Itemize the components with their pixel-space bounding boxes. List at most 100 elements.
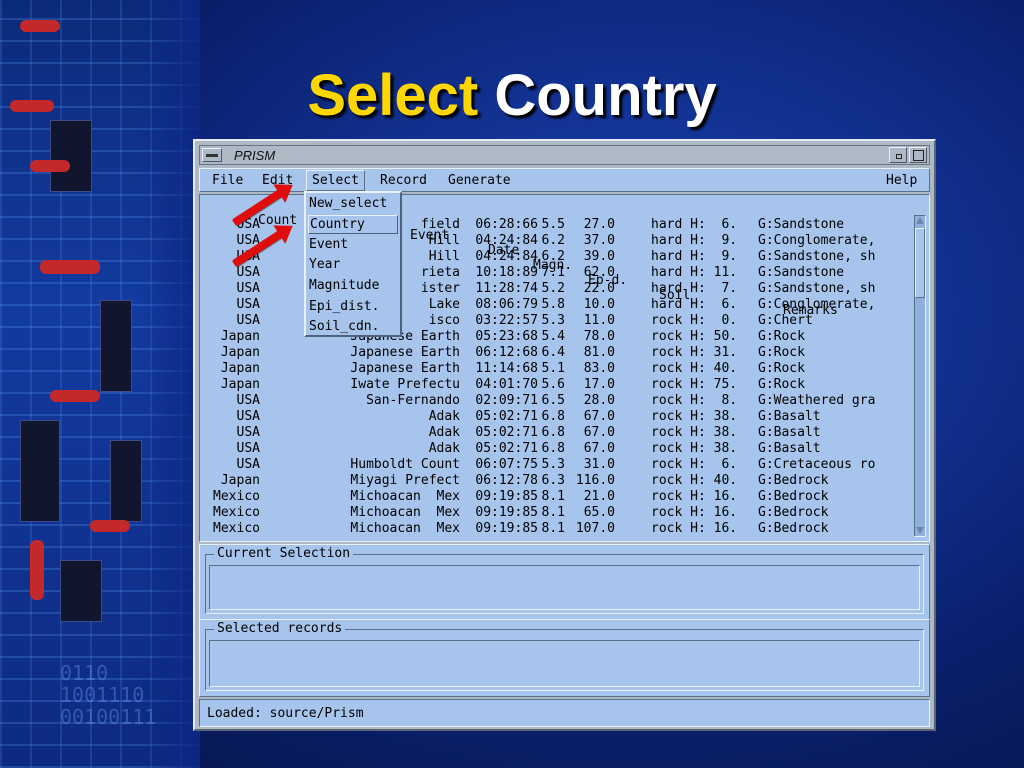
menu-item-new-select[interactable]: New_select	[308, 194, 398, 213]
menu-select[interactable]: Select	[306, 170, 365, 191]
cell-magn: 6.5	[541, 393, 565, 408]
selected-records-field[interactable]	[209, 640, 920, 687]
cell-event: Adak	[428, 425, 460, 440]
status-text: Loaded: source/Prism	[207, 706, 364, 721]
cell-country: Mexico	[213, 521, 260, 536]
cell-epd: 81.0	[583, 345, 615, 360]
cell-magn: 6.8	[541, 425, 565, 440]
menu-item-event[interactable]: Event	[308, 235, 398, 254]
maximize-icon[interactable]	[909, 147, 927, 163]
scroll-up-icon[interactable]	[915, 216, 925, 226]
cell-country: USA	[236, 281, 260, 296]
minimize-icon[interactable]	[889, 147, 907, 163]
cell-remarks: G:Sandstone, sh	[758, 249, 876, 264]
scroll-thumb[interactable]	[915, 228, 925, 298]
cell-epd: 21.0	[583, 489, 615, 504]
cell-remarks: G:Rock	[758, 361, 805, 376]
table-row[interactable]: Mexico Michoacan Mex 09:19:85 8.1 65.0 rock H…	[210, 505, 910, 521]
table-row[interactable]: Japan Iwate Prefectu 04:01:70 5.6 17.0 rock H…	[210, 377, 910, 393]
cell-country: Japan	[220, 329, 260, 344]
table-row[interactable]: USA Adak 05:02:71 6.8 67.0 rock H: 38. G:Basal…	[210, 425, 910, 441]
cell-date: 05:02:71	[475, 425, 538, 440]
table-row[interactable]: Japan Japanese Earth 06:12:68 6.4 81.0 rock H…	[210, 345, 910, 361]
cell-magn: 6.8	[541, 441, 565, 456]
table-row[interactable]: USA Adak 05:02:71 6.8 67.0 rock H: 38. G:Basal…	[210, 409, 910, 425]
current-selection-field[interactable]	[209, 565, 920, 610]
cell-soil: hard H: 6.	[651, 297, 738, 312]
cell-country: Mexico	[213, 505, 260, 520]
table-row[interactable]: Japan Miyagi Prefect 06:12:78 6.3 116.0 rock …	[210, 473, 910, 489]
cell-date: 11:14:68	[475, 361, 538, 376]
cell-date: 03:22:57	[475, 313, 538, 328]
cell-epd: 27.0	[583, 217, 615, 232]
resistor-decoration	[30, 540, 44, 600]
cell-magn: 5.2	[541, 281, 565, 296]
menu-record[interactable]: Record	[380, 173, 427, 188]
window-menu-icon[interactable]	[202, 148, 222, 162]
cell-magn: 5.3	[541, 313, 565, 328]
cell-magn: 5.6	[541, 377, 565, 392]
cell-event: Miyagi Prefect	[350, 473, 460, 488]
cell-event: Japanese Earth	[350, 345, 460, 360]
slide-title: Select Country	[0, 62, 1024, 129]
resistor-decoration	[90, 520, 130, 532]
cell-remarks: G:Sandstone, sh	[758, 281, 876, 296]
cell-soil: rock H: 38.	[651, 425, 738, 440]
cell-event: ister	[420, 281, 460, 296]
cell-epd: 67.0	[583, 425, 615, 440]
cell-date: 05:23:68	[475, 329, 538, 344]
cell-date: 08:06:79	[475, 297, 538, 312]
table-row[interactable]: USA Adak 05:02:71 6.8 67.0 rock H: 38. G:Basal…	[210, 441, 910, 457]
cell-epd: 22.0	[583, 281, 615, 296]
cell-magn: 6.3	[541, 473, 565, 488]
cell-date: 06:12:78	[475, 473, 538, 488]
cell-epd: 10.0	[583, 297, 615, 312]
cell-date: 04:24:84	[475, 249, 538, 264]
menu-item-year[interactable]: Year	[308, 255, 398, 274]
cell-magn: 6.8	[541, 409, 565, 424]
cell-event: Lake	[428, 297, 460, 312]
cell-remarks: G:Bedrock	[758, 473, 829, 488]
cell-epd: 28.0	[583, 393, 615, 408]
cell-remarks: G:Basalt	[758, 409, 821, 424]
cell-date: 09:19:85	[475, 489, 538, 504]
cell-soil: rock H: 75.	[651, 377, 738, 392]
cell-epd: 116.0	[575, 473, 615, 488]
table-row[interactable]: Japan Japanese Earth 11:14:68 5.1 83.0 rock H…	[210, 361, 910, 377]
menu-help[interactable]: Help	[886, 173, 917, 188]
menu-file[interactable]: File	[212, 173, 243, 188]
cell-epd: 65.0	[583, 505, 615, 520]
window-titlebar[interactable]: PRISM	[199, 145, 930, 165]
binary-text-decoration: 0110 1001110 00100111	[60, 661, 157, 729]
cell-event: Hill	[428, 249, 460, 264]
menu-item-country[interactable]: Country	[308, 215, 398, 234]
cell-magn: 5.8	[541, 297, 565, 312]
cell-epd: 62.0	[583, 265, 615, 280]
vertical-scrollbar[interactable]	[914, 215, 926, 537]
cell-date: 06:28:66	[475, 217, 538, 232]
cell-soil: rock H: 50.	[651, 329, 738, 344]
cell-soil: hard H: 11.	[651, 265, 738, 280]
table-row[interactable]: Mexico Michoacan Mex 09:19:85 8.1 21.0 rock H…	[210, 489, 910, 505]
cell-magn: 7.1	[541, 265, 565, 280]
menu-generate[interactable]: Generate	[448, 173, 511, 188]
cell-soil: rock H: 40.	[651, 473, 738, 488]
cell-epd: 17.0	[583, 377, 615, 392]
slide-title-rest: Country	[494, 63, 717, 128]
menu-item-soil-cdn[interactable]: Soil_cdn.	[308, 317, 398, 336]
chip-decoration	[100, 300, 132, 392]
table-row[interactable]: USA San-Fernando 02:09:71 6.5 28.0 rock H: 8.…	[210, 393, 910, 409]
menu-item-magnitude[interactable]: Magnitude	[308, 276, 398, 295]
cell-country: Japan	[220, 377, 260, 392]
cell-soil: rock H: 16.	[651, 489, 738, 504]
resistor-decoration	[20, 20, 60, 32]
cell-date: 10:18:89	[475, 265, 538, 280]
menu-item-epi-dist[interactable]: Epi_dist.	[308, 297, 398, 316]
cell-soil: rock H: 16.	[651, 505, 738, 520]
scroll-down-icon[interactable]	[915, 526, 925, 536]
cell-remarks: G:Bedrock	[758, 521, 829, 536]
table-row[interactable]: USA Humboldt Count 06:07:75 5.3 31.0 rock H: …	[210, 457, 910, 473]
cell-magn: 6.2	[541, 233, 565, 248]
table-row[interactable]: Mexico Michoacan Mex 09:19:85 8.1 107.0 rock …	[210, 521, 910, 537]
menu-bar: File Edit Select Record Generate Help	[199, 168, 930, 192]
